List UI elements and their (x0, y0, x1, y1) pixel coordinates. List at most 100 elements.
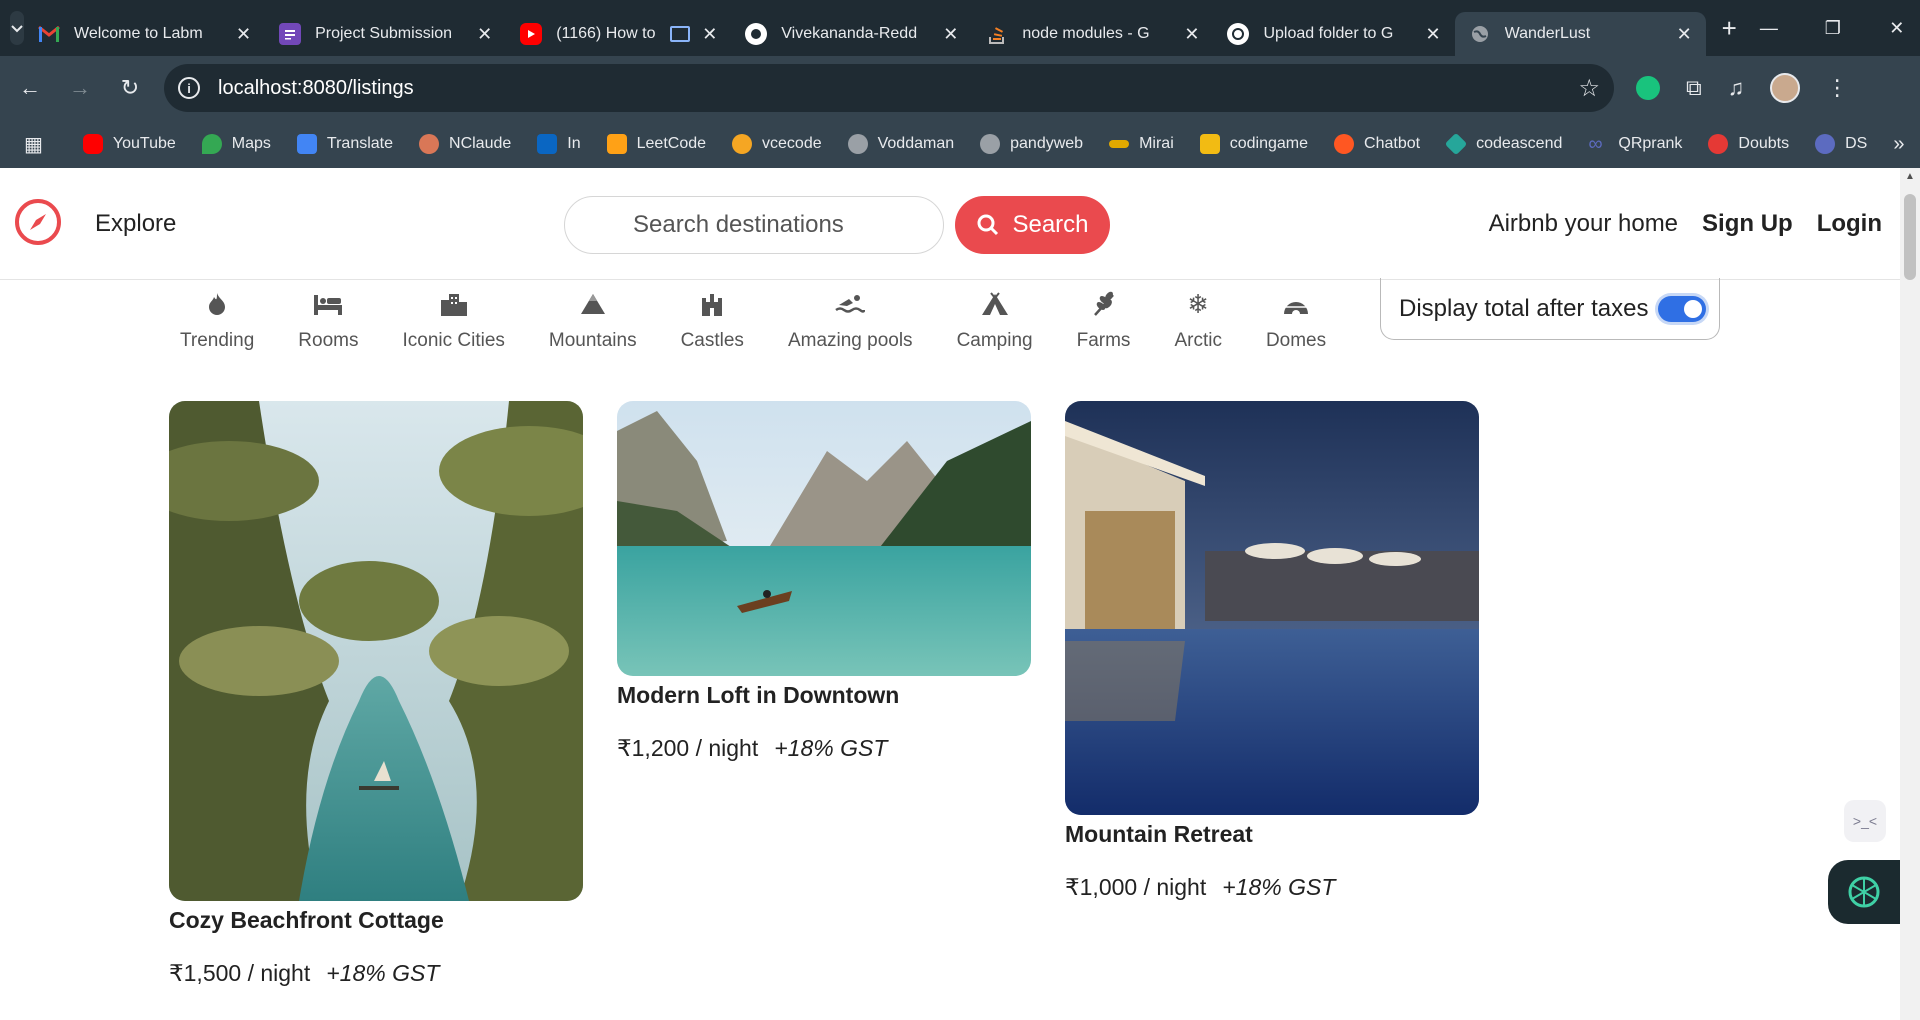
bookmark-codingame[interactable]: codingame (1199, 134, 1308, 154)
bookmark-nclaude[interactable]: NClaude (419, 134, 511, 154)
sun-icon (732, 134, 753, 154)
search-button[interactable]: Search (955, 196, 1110, 254)
bookmark-vcecode[interactable]: vcecode (732, 134, 822, 154)
listing-card[interactable]: Mountain Retreat ₹1,000 / night +18% GST (1065, 401, 1479, 901)
filter-castles[interactable]: Castles (681, 288, 744, 352)
more-bookmarks-icon[interactable]: » (1893, 133, 1904, 156)
chatgpt-floating-button[interactable] (1828, 860, 1900, 924)
tax-toggle-switch[interactable] (1658, 295, 1707, 322)
translate-icon (296, 134, 317, 154)
bookmark-label: DS (1845, 135, 1868, 152)
listing-image[interactable] (1065, 401, 1479, 815)
listing-card[interactable]: Modern Loft in Downtown ₹1,200 / night +1… (617, 401, 1031, 762)
close-window-icon[interactable]: ✕ (1865, 18, 1920, 39)
search-input[interactable] (564, 196, 944, 254)
bookmark-star-icon[interactable]: ☆ (1578, 74, 1600, 103)
bookmark-qrprank[interactable]: ∞ QRprank (1588, 134, 1682, 154)
bookmark-maps[interactable]: Maps (201, 134, 271, 154)
compass-logo-icon[interactable] (14, 198, 62, 246)
filter-label: Castles (680, 330, 744, 351)
listing-image[interactable] (617, 401, 1031, 676)
listing-title[interactable]: Cozy Beachfront Cottage (169, 907, 583, 934)
listing-image[interactable] (169, 401, 583, 901)
close-icon[interactable]: ✕ (1425, 24, 1440, 45)
menu-dots-icon[interactable]: ⋮ (1826, 75, 1848, 101)
filter-label: Farms (1076, 330, 1131, 351)
filter-camping[interactable]: Camping (957, 288, 1033, 352)
listing-card[interactable]: Cozy Beachfront Cottage ₹1,500 / night +1… (169, 401, 583, 987)
filter-rooms[interactable]: Rooms (298, 288, 358, 352)
login-link[interactable]: Login (1817, 210, 1882, 238)
tab-title: Project Submission (315, 25, 453, 42)
address-bar[interactable]: i localhost:8080/listings ☆ (164, 64, 1614, 112)
close-icon[interactable]: ✕ (236, 24, 251, 45)
filter-label: Arctic (1174, 330, 1222, 351)
tab-gmail[interactable]: Welcome to Labm ✕ (24, 12, 265, 56)
bookmark-doubts[interactable]: Doubts (1708, 134, 1789, 154)
url-text[interactable]: localhost:8080/listings (218, 77, 414, 100)
puzzle-icon[interactable]: ⧉ (1686, 75, 1702, 101)
codingame-icon (1199, 134, 1220, 154)
filter-amazing-pools[interactable]: Amazing pools (788, 288, 913, 352)
bookmark-mirai[interactable]: Mirai (1109, 135, 1174, 153)
profile-avatar[interactable] (1770, 73, 1801, 103)
bookmark-label: In (567, 135, 581, 152)
host-link[interactable]: Airbnb your home (1489, 210, 1678, 238)
tax-toggle-box: Display total after taxes (1380, 278, 1720, 340)
filter-domes[interactable]: Domes (1266, 288, 1326, 352)
listing-title[interactable]: Mountain Retreat (1065, 821, 1479, 848)
page-scrollbar[interactable]: ▲ (1900, 168, 1920, 1020)
price-per-night: ₹1,000 / night (1065, 874, 1207, 900)
filter-mountains[interactable]: Mountains (549, 288, 637, 352)
bookmark-voddaman[interactable]: Voddaman (847, 134, 954, 154)
bookmark-pandyweb[interactable]: pandyweb (980, 134, 1083, 154)
close-icon[interactable]: ✕ (1184, 24, 1199, 45)
tab-wanderlust[interactable]: WanderLust ✕ (1454, 12, 1706, 56)
castle-icon (700, 288, 724, 320)
bookmark-label: YouTube (112, 135, 176, 152)
bookmark-ds[interactable]: DS (1815, 134, 1867, 154)
linkedin-icon (537, 134, 558, 154)
bookmark-translate[interactable]: Translate (296, 134, 394, 154)
site-info-icon[interactable]: i (178, 77, 200, 99)
bookmark-chatbot[interactable]: Chatbot (1334, 134, 1420, 154)
close-icon[interactable]: ✕ (943, 24, 958, 45)
bookmark-youtube[interactable]: YouTube (82, 134, 176, 154)
scroll-up-icon[interactable]: ▲ (1900, 168, 1920, 186)
bookmark-codeascend[interactable]: codeascend (1444, 132, 1562, 156)
filter-trending[interactable]: Trending (180, 288, 254, 352)
tab-chatgpt[interactable]: Upload folder to G ✕ (1213, 12, 1454, 56)
bookmark-leetcode[interactable]: LeetCode (606, 134, 706, 154)
youtube-icon (520, 23, 543, 45)
search-icon (977, 214, 999, 236)
explore-link[interactable]: Explore (95, 210, 176, 238)
minimize-icon[interactable]: — (1737, 18, 1801, 39)
tab-stackoverflow[interactable]: node modules - G ✕ (972, 12, 1213, 56)
globe-icon (847, 134, 868, 154)
tab-youtube[interactable]: (1166) How to ✕ (506, 12, 731, 56)
close-icon[interactable]: ✕ (1677, 24, 1692, 45)
listing-title[interactable]: Modern Loft in Downtown (617, 682, 1031, 709)
apps-grid-icon[interactable]: ▦ (24, 132, 43, 157)
reload-button[interactable]: ↻ (110, 68, 150, 108)
bookmark-linkedin[interactable]: In (537, 134, 581, 154)
chatgpt-extension-icon[interactable] (1636, 76, 1660, 100)
tab-forms[interactable]: Project Submission ✕ (265, 12, 506, 56)
window-controls: — ❐ ✕ (1737, 18, 1920, 39)
new-tab-button[interactable]: + (1722, 13, 1737, 44)
tab-search-button[interactable] (10, 11, 24, 45)
back-button[interactable]: ← (10, 68, 50, 108)
forward-button[interactable]: → (60, 68, 100, 108)
media-control-icon[interactable]: ♫ (1728, 75, 1745, 101)
close-icon[interactable]: ✕ (477, 24, 492, 45)
signup-link[interactable]: Sign Up (1702, 210, 1793, 238)
restore-icon[interactable]: ❐ (1801, 18, 1865, 39)
bookmark-label: Translate (326, 135, 394, 152)
collapse-sidebar-icon[interactable]: >_< (1844, 800, 1886, 842)
filter-arctic[interactable]: ❄ Arctic (1174, 288, 1222, 352)
tab-github[interactable]: Vivekananda-Redd ✕ (731, 12, 972, 56)
filter-iconic-cities[interactable]: Iconic Cities (402, 288, 505, 352)
scrollbar-thumb[interactable] (1904, 194, 1916, 280)
close-icon[interactable]: ✕ (702, 24, 717, 45)
filter-farms[interactable]: Farms (1076, 288, 1131, 352)
